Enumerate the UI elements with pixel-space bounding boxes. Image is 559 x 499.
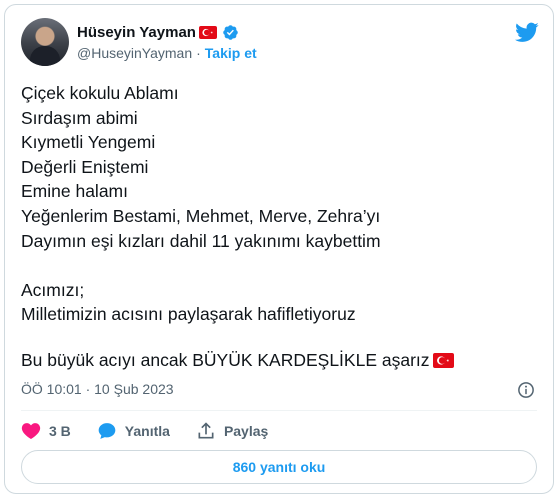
tweet-text: Çiçek kokulu Ablamı Sırdaşım abimi Kıyme… [21, 83, 381, 325]
verified-badge-icon [223, 25, 238, 40]
author-avatar[interactable] [21, 18, 69, 66]
embedded-tweet-card: Hüseyin Yayman @HuseyinYayman · Takip et… [4, 4, 554, 494]
author-name[interactable]: Hüseyin Yayman [77, 24, 196, 41]
author-handle[interactable]: @HuseyinYayman [77, 45, 192, 61]
tweet-header: Hüseyin Yayman @HuseyinYayman · Takip et [21, 18, 539, 68]
tweet-closing-sentence: Bu büyük acıyı ancak BÜYÜK KARDEŞLİKLE a… [21, 350, 430, 370]
author-name-row[interactable]: Hüseyin Yayman [77, 24, 239, 41]
tweet-timestamp[interactable]: ÖÖ 10:01 · 10 Şub 2023 [21, 381, 174, 397]
share-icon [198, 422, 214, 439]
follow-button[interactable]: Takip et [205, 45, 257, 61]
separator-dot: · [196, 45, 201, 61]
reply-button[interactable]: Yanıtla [97, 421, 170, 441]
read-replies-button[interactable]: 860 yanıtı oku [21, 450, 537, 484]
author-handle-row: @HuseyinYayman · Takip et [77, 45, 257, 61]
tweet-actions: 3 B Yanıtla Paylaş [21, 421, 294, 441]
tweet-text-last-line: Bu büyük acıyı ancak BÜYÜK KARDEŞLİKLE a… [21, 348, 454, 372]
turkey-flag-icon [198, 26, 217, 39]
reply-label: Yanıtla [124, 423, 170, 439]
info-icon[interactable] [517, 381, 535, 399]
heart-icon [21, 423, 41, 440]
turkey-flag-icon [432, 352, 454, 368]
divider [21, 410, 537, 411]
like-count: 3 B [49, 423, 71, 439]
like-button[interactable]: 3 B [21, 421, 71, 441]
twitter-bird-icon[interactable] [515, 20, 539, 44]
speech-bubble-icon [98, 423, 116, 439]
share-label: Paylaş [223, 423, 269, 439]
share-button[interactable]: Paylaş [196, 421, 268, 441]
